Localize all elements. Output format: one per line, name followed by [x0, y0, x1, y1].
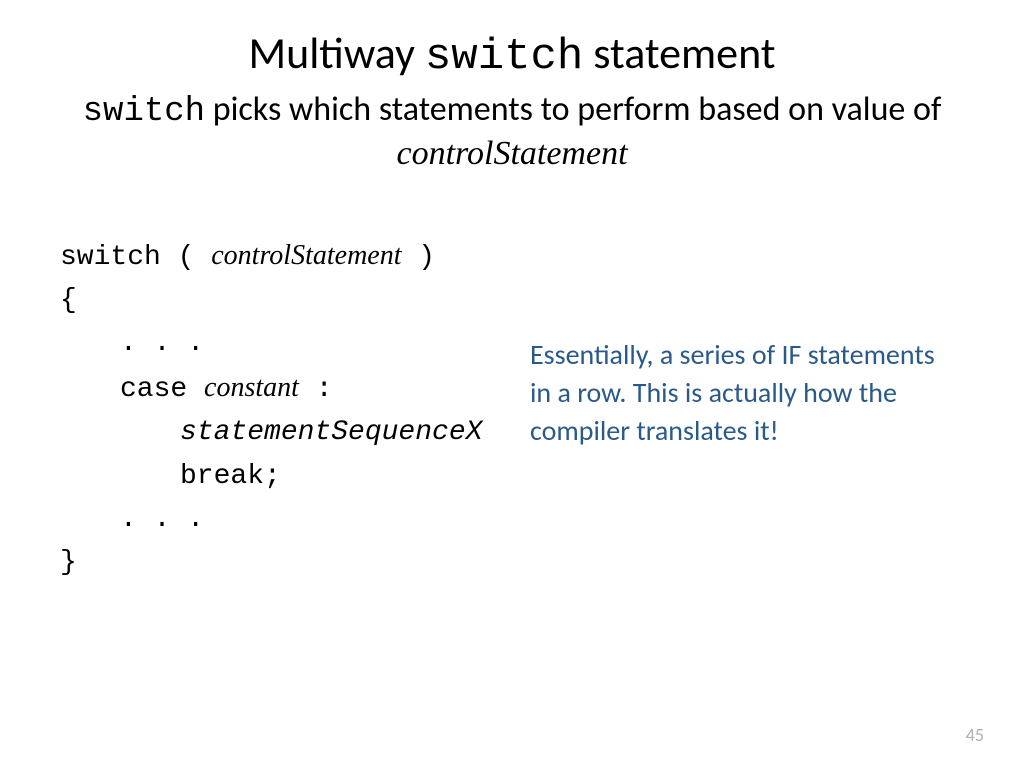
code-l1-pre: switch ( — [60, 242, 211, 273]
title-mono: switch — [425, 32, 583, 82]
code-line-7: . . . — [60, 498, 964, 541]
code-l4-post: : — [299, 374, 333, 405]
subtitle: switch picks which statements to perform… — [60, 89, 964, 176]
subtitle-mid: picks which statements to perform based … — [205, 89, 941, 130]
code-line-2: { — [60, 279, 964, 322]
code-l1-italic: controlStatement — [211, 240, 401, 271]
page-number: 45 — [966, 724, 984, 746]
code-line-8: } — [60, 541, 964, 584]
code-line-6: break; — [60, 455, 964, 498]
title-post: statement — [583, 26, 775, 80]
page-title: Multiway switch statement — [60, 28, 964, 83]
title-pre: Multiway — [248, 26, 424, 80]
code-l1-post: ) — [402, 242, 436, 273]
subtitle-mono: switch — [83, 93, 205, 131]
slide: Multiway switch statement switch picks w… — [0, 0, 1024, 768]
subtitle-italic: controlStatement — [396, 135, 627, 172]
code-l4-pre: case — [120, 374, 204, 405]
code-line-1: switch ( controlStatement ) — [60, 234, 964, 279]
code-l4-italic: constant — [204, 372, 299, 403]
annotation-text: Essentially, a series of IF statements i… — [530, 336, 950, 449]
